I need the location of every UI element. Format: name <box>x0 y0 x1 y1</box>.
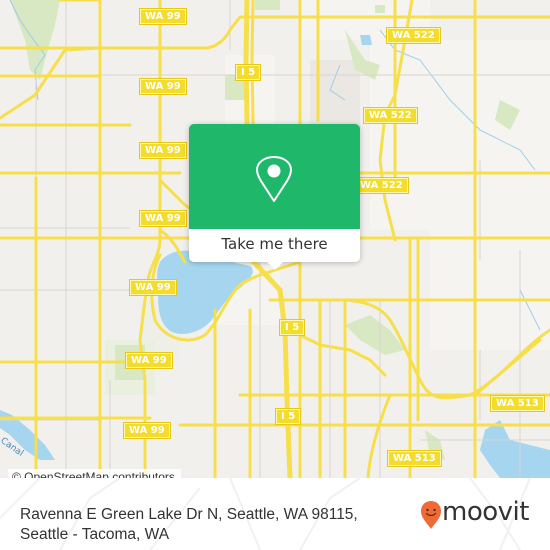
popup-pointer <box>266 261 284 270</box>
route-shield-wa99: WA 99 <box>140 9 186 24</box>
take-me-there-button[interactable]: Take me there <box>189 229 360 262</box>
route-shield-wa99: WA 99 <box>124 423 170 438</box>
popup-header <box>189 124 360 229</box>
route-shield-wa522: WA 522 <box>387 28 440 43</box>
address-line-2: Seattle - Tacoma, WA <box>20 526 170 543</box>
route-shield-wa99: WA 99 <box>140 211 186 226</box>
route-shield-wa513: WA 513 <box>491 396 544 411</box>
destination-popup: Take me there <box>189 124 360 270</box>
route-shield-wa99: WA 99 <box>140 143 186 158</box>
location-pin-icon <box>256 156 292 202</box>
route-shield-i5: I 5 <box>276 409 301 424</box>
footer: Ravenna E Green Lake Dr N, Seattle, WA 9… <box>0 478 550 550</box>
address-text: Ravenna E Green Lake Dr N, Seattle, WA 9… <box>20 505 410 545</box>
route-shield-wa99: WA 99 <box>140 79 186 94</box>
route-shield-wa99: WA 99 <box>130 280 176 295</box>
route-shield-wa522: WA 522 <box>364 108 417 123</box>
address-line-1: Ravenna E Green Lake Dr N, Seattle, WA 9… <box>20 506 358 523</box>
moovit-wordmark: moovit <box>442 497 529 527</box>
moovit-logo[interactable]: moovit <box>420 494 540 534</box>
map-attribution[interactable]: © OpenStreetMap contributors <box>8 469 181 478</box>
route-shield-wa99: WA 99 <box>126 353 172 368</box>
route-shield-i5: I 5 <box>280 320 305 335</box>
route-shield-wa513: WA 513 <box>388 451 441 466</box>
moovit-pin-icon <box>421 501 441 529</box>
route-shield-wa522: WA 522 <box>355 178 408 193</box>
route-shield-i5: I 5 <box>236 65 261 80</box>
